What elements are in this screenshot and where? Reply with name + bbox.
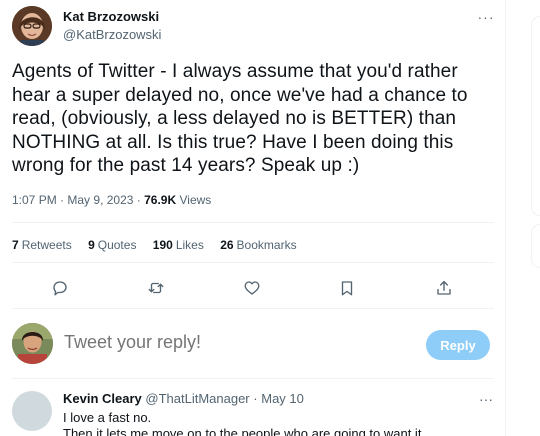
tweet-detail-column: Kat Brzozowski @KatBrzozowski ··· Agents… bbox=[0, 0, 506, 436]
views-label: Views bbox=[179, 193, 212, 207]
tweet-time[interactable]: 1:07 PM bbox=[12, 193, 57, 207]
stat-number: 9 bbox=[88, 238, 95, 252]
divider bbox=[12, 222, 494, 223]
stat-number: 190 bbox=[152, 238, 173, 252]
tweet-meta: 1:07 PM · May 9, 2023 · 76.9K Views bbox=[12, 193, 211, 207]
more-options-icon[interactable]: ··· bbox=[476, 8, 496, 26]
reply-text-line-2: Then it lets me move on to the people wh… bbox=[63, 426, 426, 436]
divider bbox=[12, 262, 494, 263]
reply-more-options-icon[interactable]: ··· bbox=[476, 390, 496, 408]
reply-date[interactable]: May 10 bbox=[261, 391, 304, 406]
reply-item[interactable]: Kevin Cleary @ThatLitManager · May 10 I … bbox=[12, 384, 494, 436]
reply-text-line-1: I love a fast no. bbox=[63, 410, 152, 425]
tweet-actions-bar bbox=[0, 276, 506, 300]
stat-label: Quotes bbox=[97, 238, 137, 252]
author-handle[interactable]: @KatBrzozowski bbox=[63, 27, 161, 42]
reply-author-name[interactable]: Kevin Cleary bbox=[63, 391, 142, 406]
reply-author-handle[interactable]: @ThatLitManager bbox=[145, 391, 249, 406]
stat-likes[interactable]: 190 Likes bbox=[153, 238, 204, 252]
sidebar-card-edge bbox=[531, 16, 540, 216]
my-avatar[interactable] bbox=[12, 323, 53, 364]
views-count: 76.9K bbox=[144, 193, 177, 207]
stat-quotes[interactable]: 9 Quotes bbox=[88, 238, 136, 252]
my-avatar-image bbox=[12, 323, 53, 364]
bookmark-icon[interactable] bbox=[335, 276, 359, 300]
reply-separator: · bbox=[253, 391, 258, 406]
stat-label: Retweets bbox=[21, 238, 72, 252]
meta-separator: · bbox=[60, 193, 65, 207]
share-icon[interactable] bbox=[432, 276, 456, 300]
stat-bookmarks[interactable]: 26 Bookmarks bbox=[220, 238, 296, 252]
tweet-date[interactable]: May 9, 2023 bbox=[67, 193, 133, 207]
tweet-text: Agents of Twitter - I always assume that… bbox=[12, 61, 468, 176]
reply-input[interactable] bbox=[64, 332, 404, 353]
stat-label: Likes bbox=[175, 238, 204, 252]
author-name[interactable]: Kat Brzozowski bbox=[63, 9, 159, 24]
meta-separator: · bbox=[136, 193, 141, 207]
stat-number: 26 bbox=[220, 238, 234, 252]
sidebar-card-edge bbox=[531, 224, 540, 268]
stat-label: Bookmarks bbox=[236, 238, 297, 252]
tweet-stats: 7 Retweets 9 Quotes 190 Likes 26 Bookmarks bbox=[12, 238, 310, 252]
stat-number: 7 bbox=[12, 238, 19, 252]
like-icon[interactable] bbox=[240, 276, 264, 300]
divider bbox=[12, 308, 494, 309]
author-avatar-image bbox=[12, 6, 52, 46]
divider bbox=[12, 378, 494, 379]
reply-button[interactable]: Reply bbox=[426, 330, 490, 360]
author-avatar[interactable] bbox=[12, 6, 52, 46]
retweet-icon[interactable] bbox=[144, 276, 168, 300]
reply-icon[interactable] bbox=[48, 276, 72, 300]
reply-composer: Reply bbox=[12, 322, 494, 366]
tweet-author-header: Kat Brzozowski @KatBrzozowski ··· bbox=[12, 6, 494, 46]
reply-avatar[interactable] bbox=[12, 391, 52, 431]
reply-header: Kevin Cleary @ThatLitManager · May 10 bbox=[63, 391, 304, 406]
stat-retweets[interactable]: 7 Retweets bbox=[12, 238, 72, 252]
